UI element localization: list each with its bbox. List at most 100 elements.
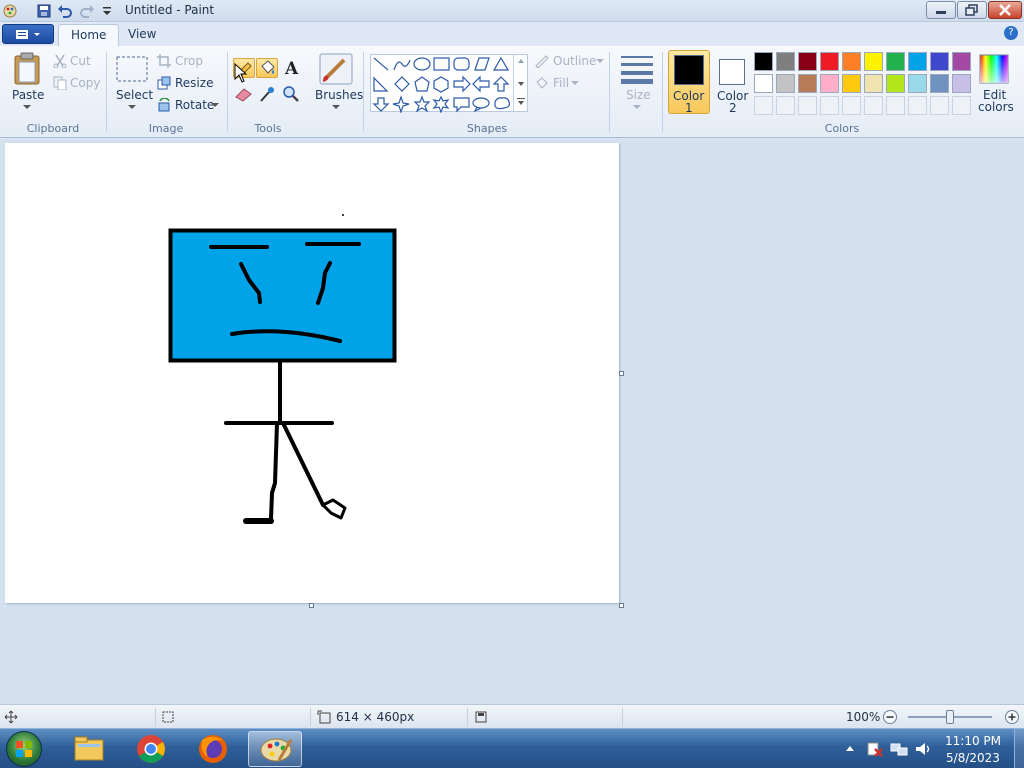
fill-button[interactable]: Fill — [553, 76, 569, 90]
mouse-cursor-icon — [234, 63, 248, 83]
palette-swatch[interactable] — [798, 52, 817, 71]
palette-swatch[interactable] — [776, 52, 795, 71]
undo-icon[interactable] — [57, 3, 73, 19]
taskbar: 11:10 PM 5/8/2023 — [0, 728, 1024, 768]
resize-handle-bottom[interactable] — [309, 603, 314, 608]
palette-swatch-empty[interactable] — [754, 96, 773, 115]
zoom-in-icon[interactable] — [1004, 709, 1020, 725]
select-button[interactable]: Select — [116, 88, 153, 102]
action-center-icon[interactable] — [866, 740, 884, 758]
fill-dropdown-icon[interactable] — [571, 81, 579, 86]
start-button[interactable] — [6, 731, 42, 767]
color-picker-tool[interactable] — [256, 84, 278, 104]
brush-icon[interactable] — [318, 52, 354, 86]
paste-dropdown-icon[interactable] — [22, 104, 32, 110]
rotate-button[interactable]: Rotate — [175, 98, 214, 112]
palette-swatch[interactable] — [886, 74, 905, 93]
taskbar-paint[interactable] — [248, 731, 302, 767]
crop-button[interactable]: Crop — [175, 54, 203, 68]
palette-swatch[interactable] — [754, 52, 773, 71]
canvas-workspace[interactable] — [0, 63, 1024, 704]
palette-swatch-empty[interactable] — [820, 96, 839, 115]
shapes-gallery[interactable] — [370, 54, 528, 114]
network-icon[interactable] — [890, 740, 908, 758]
palette-swatch[interactable] — [798, 74, 817, 93]
close-button[interactable] — [988, 1, 1022, 19]
redo-icon[interactable] — [79, 3, 95, 19]
volume-icon[interactable] — [914, 740, 932, 758]
restore-button[interactable] — [957, 1, 987, 19]
resize-handle-corner[interactable] — [619, 603, 624, 608]
palette-swatch[interactable] — [820, 52, 839, 71]
size-icon[interactable] — [620, 54, 654, 84]
color2-selector[interactable]: Color 2 — [711, 50, 753, 115]
palette-swatch-empty[interactable] — [798, 96, 817, 115]
brushes-button[interactable]: Brushes — [315, 88, 363, 102]
help-icon[interactable]: ? — [1004, 26, 1018, 40]
palette-swatch[interactable] — [908, 52, 927, 71]
brushes-dropdown-icon[interactable] — [331, 104, 341, 110]
palette-swatch-empty[interactable] — [952, 96, 971, 115]
size-dropdown-icon[interactable] — [632, 104, 642, 110]
outline-dropdown-icon[interactable] — [596, 59, 604, 64]
palette-swatch[interactable] — [952, 52, 971, 71]
shapes-scroll-arrows-icon — [517, 59, 525, 105]
text-tool[interactable]: A — [280, 58, 302, 79]
taskbar-explorer[interactable] — [62, 731, 116, 767]
paste-button[interactable]: Paste — [12, 88, 44, 102]
fill-tool[interactable] — [256, 58, 278, 78]
clock-date[interactable]: 5/8/2023 — [940, 751, 1006, 765]
tab-home[interactable]: Home — [58, 24, 120, 46]
resize-handle-right[interactable] — [619, 371, 624, 376]
tab-view[interactable]: View — [116, 24, 168, 46]
palette-swatch[interactable] — [842, 74, 861, 93]
shapes-scroll[interactable] — [513, 54, 528, 112]
select-icon[interactable] — [116, 56, 148, 82]
outline-button[interactable]: Outline — [553, 54, 596, 68]
show-desktop-button[interactable] — [1014, 729, 1024, 768]
palette-swatch-empty[interactable] — [908, 96, 927, 115]
save-icon[interactable] — [36, 3, 52, 19]
taskbar-chrome[interactable] — [124, 731, 178, 767]
cut-button[interactable]: Cut — [70, 54, 91, 68]
palette-swatch[interactable] — [864, 52, 883, 71]
copy-button[interactable]: Copy — [70, 76, 100, 90]
color1-selector[interactable]: Color 1 — [668, 50, 710, 115]
palette-swatch[interactable] — [864, 74, 883, 93]
palette-swatch-empty[interactable] — [930, 96, 949, 115]
palette-swatch[interactable] — [930, 74, 949, 93]
palette-swatch[interactable] — [776, 74, 795, 93]
show-hidden-icons-icon[interactable] — [844, 743, 856, 753]
resize-button[interactable]: Resize — [175, 76, 213, 90]
paint-menu-button[interactable] — [2, 24, 54, 44]
paint-app-icon[interactable] — [2, 3, 18, 19]
palette-swatch-empty[interactable] — [776, 96, 795, 115]
palette-swatch[interactable] — [842, 52, 861, 71]
image-dimensions: 614 × 460px — [336, 710, 415, 724]
palette-swatch[interactable] — [886, 52, 905, 71]
file-size-icon — [475, 711, 487, 723]
size-button[interactable]: Size — [626, 88, 651, 102]
customize-qat-icon[interactable] — [99, 3, 115, 19]
clock-time[interactable]: 11:10 PM — [940, 734, 1006, 748]
palette-swatch-empty[interactable] — [842, 96, 861, 115]
edit-colors-icon[interactable] — [979, 54, 1009, 84]
palette-swatch-empty[interactable] — [886, 96, 905, 115]
palette-swatch-empty[interactable] — [864, 96, 883, 115]
palette-swatch[interactable] — [908, 74, 927, 93]
zoom-slider-thumb[interactable] — [946, 710, 954, 724]
rotate-dropdown-icon[interactable] — [211, 103, 219, 108]
palette-swatch[interactable] — [754, 74, 773, 93]
palette-swatch[interactable] — [820, 74, 839, 93]
edit-colors-label-2[interactable]: colors — [978, 100, 1014, 114]
palette-swatch[interactable] — [952, 74, 971, 93]
minimize-button[interactable] — [926, 1, 956, 19]
drawing-canvas[interactable] — [5, 143, 619, 603]
palette-swatch[interactable] — [930, 52, 949, 71]
select-dropdown-icon[interactable] — [127, 104, 137, 110]
paste-icon[interactable] — [12, 52, 42, 86]
eraser-tool[interactable] — [233, 84, 255, 104]
magnifier-tool[interactable] — [280, 84, 302, 104]
taskbar-firefox[interactable] — [186, 731, 240, 767]
zoom-out-icon[interactable] — [882, 709, 898, 725]
